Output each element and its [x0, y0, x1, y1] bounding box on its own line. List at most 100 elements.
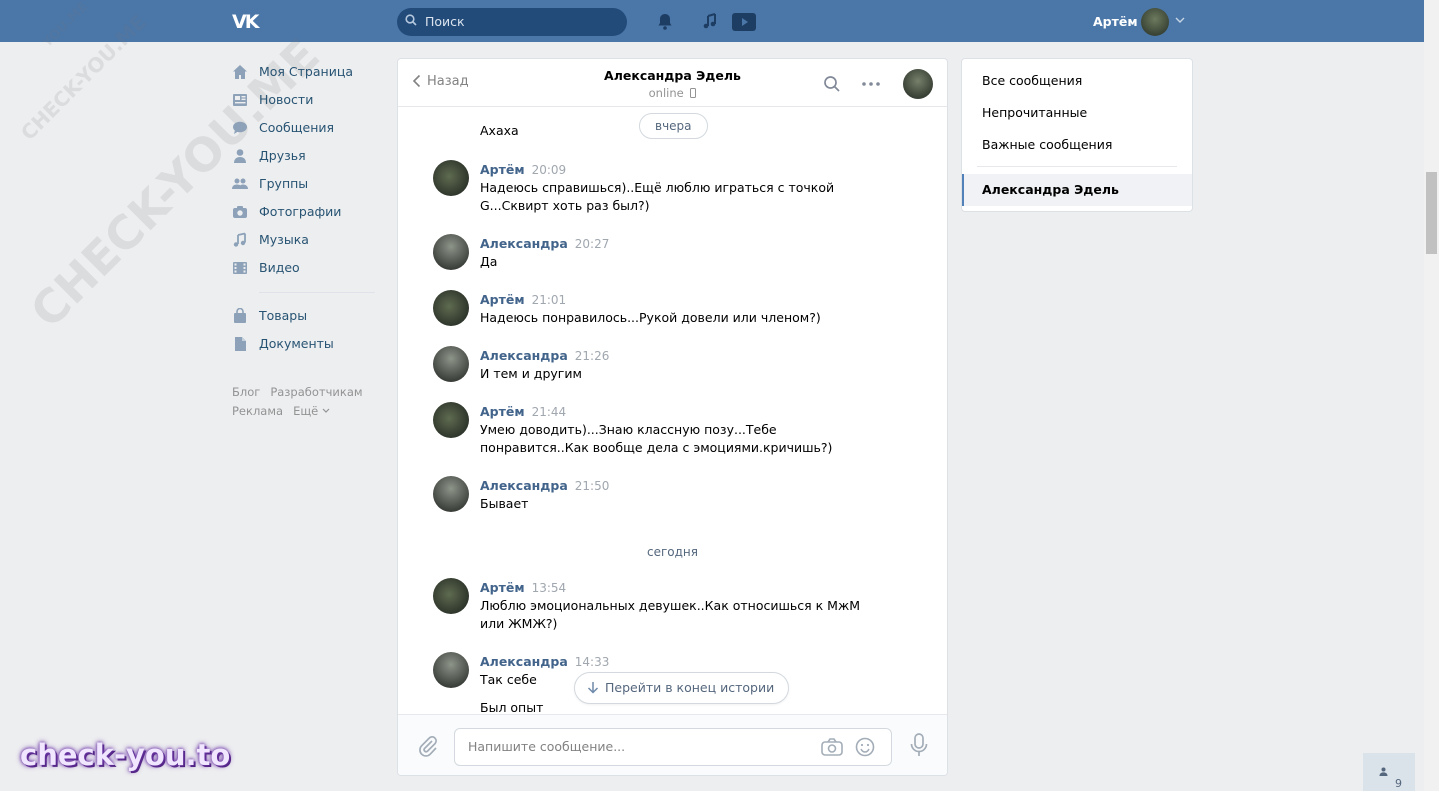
- sidebar-item-friends[interactable]: Друзья: [232, 142, 382, 170]
- search-icon: [405, 14, 417, 26]
- music-icon: [233, 232, 246, 247]
- message-text: Ахаха: [480, 123, 519, 138]
- blog-link[interactable]: Блог: [232, 385, 260, 399]
- jump-to-end-button[interactable]: Перейти в конец истории: [574, 672, 790, 704]
- message-item[interactable]: Александра 21:50 Бывает: [433, 476, 893, 516]
- date-separator: вчера: [639, 113, 708, 139]
- play-icon[interactable]: [732, 12, 756, 32]
- message-author[interactable]: Артём 13:54: [480, 580, 566, 595]
- message-input[interactable]: Напишите сообщение...: [454, 728, 892, 766]
- filter-all-messages[interactable]: Все сообщения: [982, 73, 1082, 88]
- music-icon[interactable]: [701, 12, 721, 32]
- filter-important[interactable]: Важные сообщения: [982, 137, 1112, 152]
- avatar[interactable]: [433, 652, 469, 688]
- filter-unread[interactable]: Непрочитанные: [982, 105, 1087, 120]
- message-time: 13:54: [531, 581, 567, 595]
- chevron-down-icon[interactable]: [1175, 16, 1185, 24]
- online-friends-badge[interactable]: 9: [1363, 753, 1415, 791]
- sidebar-item-messages[interactable]: Сообщения: [232, 114, 382, 142]
- active-conversation-label: Александра Эдель: [982, 182, 1119, 197]
- smile-icon[interactable]: [855, 737, 875, 757]
- message-item[interactable]: Артём 20:09 Надеюсь справишься)..Ещё любл…: [433, 160, 893, 216]
- vk-logo[interactable]: VK: [232, 11, 266, 33]
- messages-icon: [233, 121, 247, 134]
- message-text: Люблю эмоциональных девушек..Как относиш…: [480, 598, 860, 631]
- avatar[interactable]: [433, 346, 469, 382]
- sidebar-item-label: Новости: [259, 92, 314, 107]
- messages-filter-panel: Все сообщения Непрочитанные Важные сообщ…: [961, 58, 1193, 212]
- sidebar-item-my-page[interactable]: Моя Страница: [232, 58, 382, 86]
- microphone-icon[interactable]: [909, 733, 929, 757]
- page-scrollbar[interactable]: [1424, 0, 1439, 791]
- sidebar-divider: [259, 292, 375, 293]
- header-avatar[interactable]: [1141, 8, 1169, 36]
- camera-icon[interactable]: [821, 738, 843, 756]
- bag-icon: [234, 308, 246, 323]
- friend-icon: [234, 149, 246, 163]
- message-item[interactable]: Артём 21:01 Надеюсь понравилось...Рукой д…: [433, 290, 893, 330]
- message-text: Надеюсь понравилось...Рукой довели или ч…: [480, 310, 821, 325]
- date-separator: сегодня: [647, 545, 698, 559]
- more-link[interactable]: Ещё: [293, 404, 318, 418]
- avatar[interactable]: [433, 234, 469, 270]
- sidebar-item-label: Музыка: [259, 232, 309, 247]
- message-author[interactable]: Александра 21:50: [480, 478, 609, 493]
- message-item[interactable]: Артём 13:54 Люблю эмоциональных девушек..…: [433, 578, 893, 634]
- sidebar-item-label: Группы: [259, 176, 309, 191]
- scrollbar-thumb[interactable]: [1426, 172, 1437, 254]
- header-user-name[interactable]: Артём: [1093, 14, 1138, 29]
- message-author[interactable]: Александра 21:26: [480, 348, 609, 363]
- search-icon[interactable]: [823, 75, 841, 93]
- message-item[interactable]: Александра 21:26 И тем и другим: [433, 346, 893, 386]
- chat-header: Назад Александра Эдель online: [398, 59, 947, 107]
- message-author[interactable]: Артём 20:09: [480, 162, 566, 177]
- message-time: 14:33: [574, 655, 610, 669]
- sidebar-item-label: Фотографии: [259, 204, 342, 219]
- sidebar-item-label: Сообщения: [259, 120, 335, 135]
- sidebar-footer-links: Блог Разработчикам Реклама Ещё: [232, 383, 373, 421]
- sidebar-item-photos[interactable]: Фотографии: [232, 198, 382, 226]
- sidebar-item-groups[interactable]: Группы: [232, 170, 382, 198]
- home-icon: [233, 65, 247, 79]
- sidebar-item-label: Моя Страница: [259, 64, 353, 79]
- avatar[interactable]: [433, 160, 469, 196]
- chat-panel: Назад Александра Эдель online Ахаха вчер…: [397, 58, 948, 776]
- message-time: 21:26: [574, 349, 610, 363]
- sidebar-item-music[interactable]: Музыка: [232, 226, 382, 254]
- active-conversation-item[interactable]: Александра Эдель: [962, 174, 1192, 206]
- sidebar-item-goods[interactable]: Товары: [232, 302, 382, 330]
- avatar[interactable]: [433, 402, 469, 438]
- message-item[interactable]: Александра 20:27 Да: [433, 234, 893, 274]
- peer-avatar[interactable]: [903, 69, 933, 99]
- search-input[interactable]: Поиск: [397, 8, 627, 36]
- message-time: 20:09: [531, 163, 567, 177]
- message-author[interactable]: Артём 21:01: [480, 292, 566, 307]
- sidebar-item-documents[interactable]: Документы: [232, 330, 382, 358]
- sidebar-item-video[interactable]: Видео: [232, 254, 382, 282]
- news-icon: [233, 94, 247, 106]
- avatar[interactable]: [433, 476, 469, 512]
- avatar[interactable]: [433, 578, 469, 614]
- message-time: 20:27: [574, 237, 610, 251]
- sidebar-item-label: Товары: [259, 308, 308, 323]
- paperclip-icon[interactable]: [417, 735, 439, 757]
- more-icon[interactable]: [861, 75, 881, 93]
- message-author[interactable]: Александра 20:27: [480, 236, 609, 251]
- sidebar-item-news[interactable]: Новости: [232, 86, 382, 114]
- message-author[interactable]: Александра 14:33: [480, 654, 609, 669]
- message-author[interactable]: Артём 21:44: [480, 404, 566, 419]
- bell-icon[interactable]: [655, 12, 675, 32]
- message-input-placeholder: Напишите сообщение...: [468, 739, 626, 754]
- message-composer: Напишите сообщение...: [398, 714, 947, 775]
- message-history[interactable]: Ахаха вчера Артём 20:09 Надеюсь справишьс…: [398, 108, 947, 714]
- ads-link[interactable]: Реклама: [232, 404, 283, 418]
- avatar[interactable]: [433, 290, 469, 326]
- message-time: 21:50: [574, 479, 610, 493]
- sidebar-item-label: Видео: [259, 260, 300, 275]
- message-item[interactable]: Артём 21:44 Умею доводить)...Знаю классну…: [433, 402, 893, 458]
- message-text: Бывает: [480, 496, 529, 511]
- chevron-down-icon[interactable]: [322, 408, 330, 414]
- left-menu: Моя Страница Новости Сообщения Друзья Гр…: [232, 58, 382, 358]
- friend-icon: [1379, 767, 1388, 776]
- developers-link[interactable]: Разработчикам: [270, 385, 362, 399]
